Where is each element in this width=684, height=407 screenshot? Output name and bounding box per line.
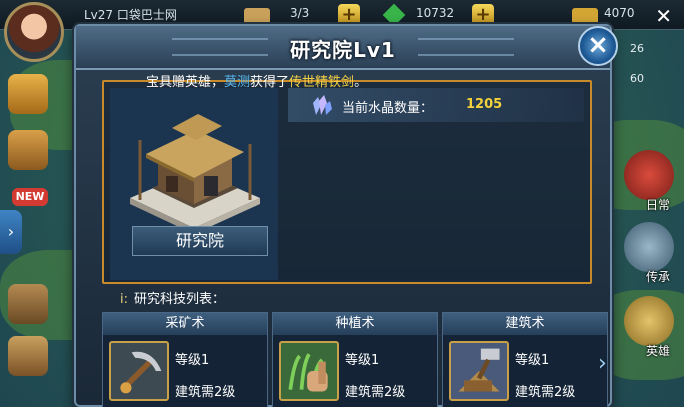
inherit-label: 传承: [645, 270, 670, 284]
sprout-icon: [279, 341, 339, 401]
next-page-arrow[interactable]: ›: [598, 352, 614, 376]
dialog-header: 研究院Lv1: [76, 26, 610, 70]
ticker-middle: 获得了: [250, 75, 290, 90]
crystal-icon: [313, 95, 332, 115]
tech-requirement: 建筑需2级: [175, 385, 236, 400]
pickaxe-icon: [109, 341, 169, 401]
right-counter-1: 26: [630, 42, 644, 55]
gear-icon[interactable]: [8, 336, 48, 376]
gold-value: 4070: [604, 6, 635, 20]
quest-scroll-icon[interactable]: [8, 130, 48, 170]
ticker-item[interactable]: 传世精铁剑: [289, 75, 354, 90]
hud-close-icon[interactable]: ✕: [655, 4, 672, 28]
expand-sidebar-button[interactable]: ›: [0, 210, 22, 254]
inherit-icon[interactable]: [624, 222, 674, 272]
tech-requirement: 建筑需2级: [515, 385, 576, 400]
daily-icon[interactable]: [624, 150, 674, 200]
tech-name: 采矿术: [103, 313, 267, 335]
hammer-icon: [449, 341, 509, 401]
broadcast-ticker: 宝具赠英雄，莫测获得了传世精铁剑。: [146, 71, 367, 90]
tech-card-construction[interactable]: 建筑术 等级1 建筑需2级: [442, 312, 608, 407]
hero-icon[interactable]: [624, 296, 674, 346]
tech-card-planting[interactable]: 种植术 等级1 建筑需2级: [272, 312, 438, 407]
add-stamina-button[interactable]: +: [338, 4, 360, 26]
gold-icon: [572, 8, 598, 24]
academy-building-icon: [130, 114, 260, 234]
right-counter-2: 60: [630, 72, 644, 85]
new-badge: NEW: [12, 188, 48, 206]
player-avatar[interactable]: [4, 2, 64, 62]
tech-name: 种植术: [273, 313, 437, 335]
dialog-title: 研究院Lv1: [290, 38, 396, 62]
ticker-prefix: 宝具赠英雄，: [146, 75, 225, 90]
tech-level: 等级1: [515, 353, 550, 368]
ticker-player[interactable]: 莫测: [224, 75, 250, 90]
gem-icon: [382, 3, 406, 27]
hero-label: 英雄: [645, 344, 670, 358]
stamina-icon: [244, 8, 270, 24]
crystal-value: 1205: [466, 97, 503, 112]
research-institute-dialog: 研究院Lv1 × 研究院 当前水晶数量： 1205 宝具赠英雄，莫测获得了传世精…: [74, 24, 618, 407]
tech-card-mining[interactable]: 采矿术 等级1 建筑需2级: [102, 312, 268, 407]
close-icon[interactable]: ×: [578, 26, 618, 66]
player-level-text: Lv27 口袋巴士网: [84, 8, 177, 22]
tech-list-label: 研究科技列表：: [134, 292, 226, 307]
building-name: 研究院: [132, 226, 268, 256]
daily-label: 日常: [645, 198, 670, 212]
ticker-suffix: 。: [354, 75, 368, 90]
crystal-count-row: 当前水晶数量： 1205: [288, 88, 584, 122]
add-gem-button[interactable]: +: [472, 4, 494, 26]
gem-value: 10732: [416, 6, 455, 20]
bag-icon[interactable]: [8, 284, 48, 324]
tech-level: 等级1: [175, 353, 210, 368]
tech-requirement: 建筑需2级: [345, 385, 406, 400]
tech-level: 等级1: [345, 353, 380, 368]
crystal-label: 当前水晶数量：: [342, 101, 434, 116]
tech-list-heading: i: 研究科技列表：: [120, 288, 225, 307]
stamina-value: 3/3: [290, 6, 310, 20]
tech-name: 建筑术: [443, 313, 607, 335]
info-icon: i:: [120, 292, 128, 307]
treasure-chest-icon[interactable]: [8, 74, 48, 114]
building-info-panel: 研究院 当前水晶数量： 1205: [102, 80, 592, 284]
